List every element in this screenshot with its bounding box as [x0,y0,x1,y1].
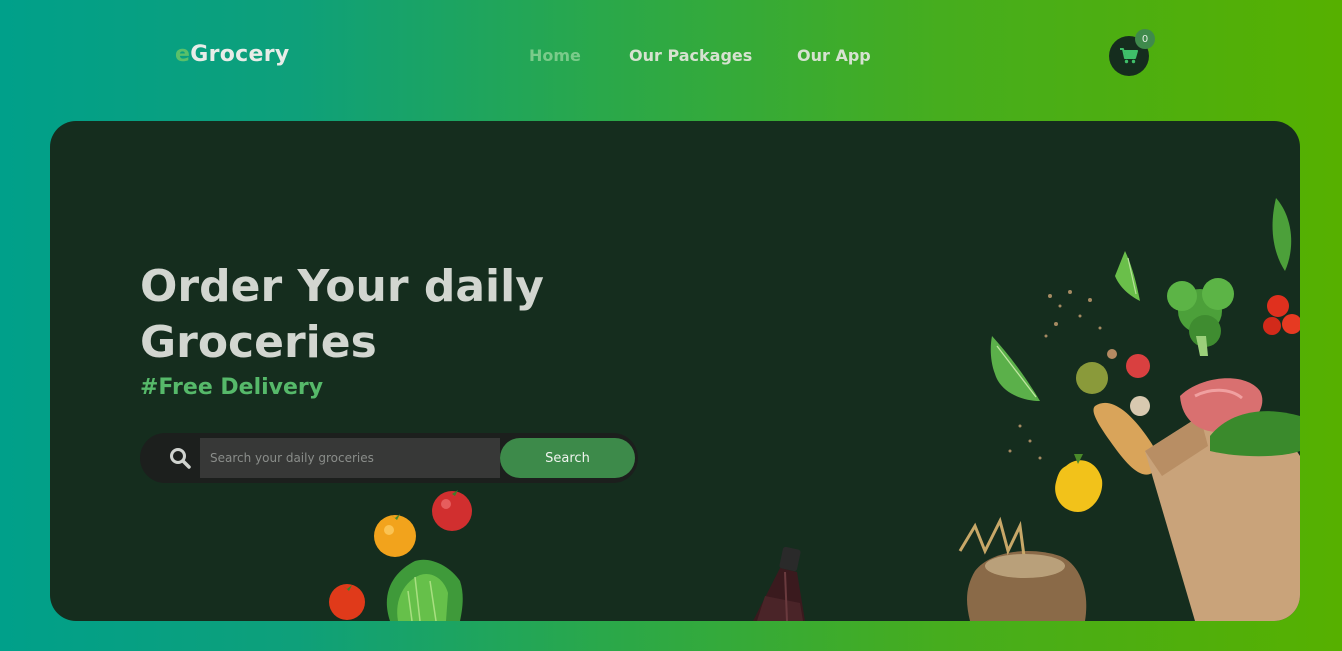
hero-tagline: #Free Delivery [140,375,324,400]
broccoli-image [1167,278,1234,356]
grocery-bag-image [958,198,1300,621]
falling-produce-left-image [329,490,472,621]
hero-title: Order Your daily Groceries [140,261,544,368]
search-button[interactable]: Search [500,438,635,478]
hero-banner: Order Your daily Groceries #Free Deliver… [50,121,1300,621]
page: eGrocery Home Our Packages Our App 0 Ord… [0,0,1342,651]
search-input[interactable] [200,438,500,478]
oil-bottle-image [753,546,805,621]
search-bar: Search [140,433,638,483]
nav-app-link[interactable]: Our App [797,46,871,65]
search-icon[interactable] [168,446,192,470]
shopping-cart-icon [1120,48,1138,64]
cart-count-badge: 0 [1135,29,1155,49]
cart-button[interactable]: 0 [1109,29,1155,76]
nav-home-link[interactable]: Home [529,46,581,65]
nav-packages-link[interactable]: Our Packages [629,46,752,65]
